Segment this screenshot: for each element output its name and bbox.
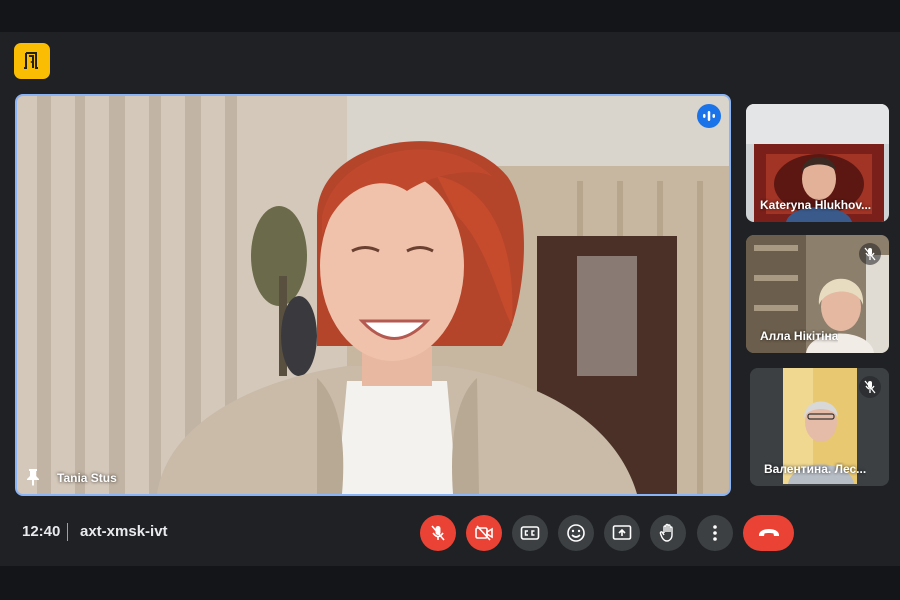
participant-name: Kateryna Hlukhov... xyxy=(760,198,872,212)
more-options-button[interactable] xyxy=(697,515,733,551)
present-screen-icon xyxy=(612,525,632,540)
participant-name: Валентина. Лес... xyxy=(764,462,867,476)
speaker-video-feed xyxy=(17,96,729,494)
camera-toggle-button[interactable] xyxy=(466,515,502,551)
meeting-code[interactable]: axt-xmsk-ivt xyxy=(80,523,168,540)
captions-icon xyxy=(520,526,540,540)
info-divider xyxy=(67,523,68,541)
participant-tile-1[interactable]: Kateryna Hlukhov... xyxy=(746,104,889,222)
audio-level-icon xyxy=(703,111,715,121)
top-band xyxy=(0,0,900,32)
muted-badge xyxy=(859,243,881,265)
participant-name: Алла Нікітіна xyxy=(760,329,839,343)
leave-call-button[interactable] xyxy=(743,515,794,551)
main-speaker-name: Tania Stus xyxy=(57,471,117,485)
speaking-indicator xyxy=(697,104,721,128)
participant-tile-2[interactable]: Алла Нікітіна xyxy=(746,235,889,353)
reactions-button[interactable] xyxy=(558,515,594,551)
captions-button[interactable] xyxy=(512,515,548,551)
microphone-toggle-button[interactable] xyxy=(420,515,456,551)
app-logo[interactable] xyxy=(14,43,50,79)
more-options-icon xyxy=(713,525,717,541)
raise-hand-icon xyxy=(659,523,673,542)
raise-hand-button[interactable] xyxy=(650,515,686,551)
meeting-time: 12:40 xyxy=(22,523,61,540)
mic-off-icon xyxy=(431,525,445,541)
bottom-band xyxy=(0,566,900,600)
camera-off-icon xyxy=(475,525,493,541)
participant-tile-3[interactable]: Валентина. Лес... xyxy=(750,368,889,486)
main-speaker-tile[interactable]: Tania Stus xyxy=(15,94,731,496)
present-screen-button[interactable] xyxy=(604,515,640,551)
muted-badge xyxy=(859,376,881,398)
meeting-room-icon xyxy=(24,52,38,69)
pin-icon[interactable] xyxy=(25,468,41,486)
mic-off-icon xyxy=(864,247,876,261)
mic-off-icon xyxy=(864,380,876,394)
hang-up-icon xyxy=(758,529,779,536)
emoji-icon xyxy=(567,524,585,542)
